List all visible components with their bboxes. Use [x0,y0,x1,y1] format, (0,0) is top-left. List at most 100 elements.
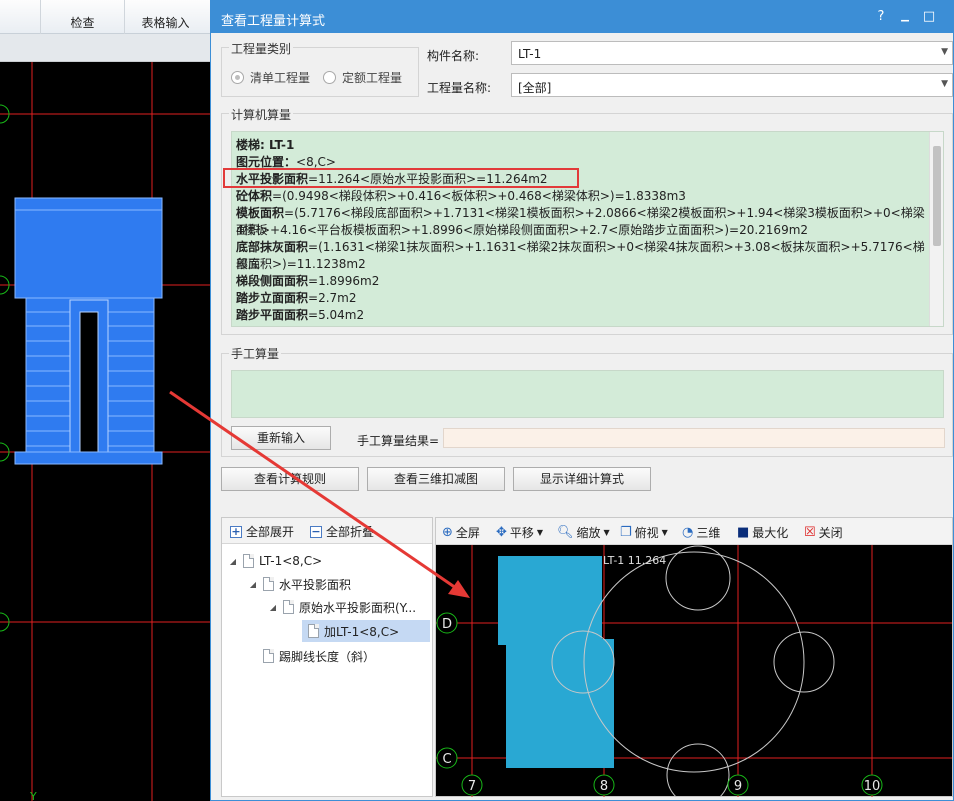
expand-triangle-icon[interactable]: ◢ [268,603,278,612]
tree-node-label: LT-1<8,C> [259,554,323,568]
chevron-down-icon: ▼ [661,528,668,537]
fullscreen-label: 全屏 [455,526,480,540]
axis-label-10: 10 [864,779,881,794]
maximize-icon: ■ [737,525,750,540]
reenter-button[interactable]: 重新输入 [231,426,331,450]
stair-flights[interactable] [14,297,163,465]
deduction-view-panel: ⊕ 全屏 ✥ 平移 ▼ 🔍︎ 缩放 ▼ ❐ 俯视 ▼ ◔ 三维 ■ 最大化 ☒ 关闭 LT-1 11… [435,517,953,797]
manual-legend: 手工算量 [229,345,282,362]
maximize-view-label: 最大化 [752,526,789,540]
axis-label-7: 7 [468,779,476,794]
tree-node-add-lt1[interactable]: 加LT-1<8,C> [302,620,430,642]
zoom-button[interactable]: 🔍︎ 缩放 ▼ [557,524,610,541]
top-view-button[interactable]: ❐ 俯视 ▼ [620,524,668,541]
pan-icon: ✥ [496,525,507,540]
element-label: LT-1 11.264 [603,554,666,567]
tree-node-lt1[interactable]: ◢ LT-1<8,C> [228,550,322,572]
tree-node-label: 加LT-1<8,C> [324,624,400,639]
document-icon [243,554,254,568]
category-legend: 工程量类别 [229,40,294,57]
check-button[interactable]: 检查 [40,0,124,34]
document-icon [263,577,274,591]
show-detail-formula-button[interactable]: 显示详细计算式 [513,467,651,491]
maximize-button[interactable]: □ [919,7,939,27]
document-icon [308,624,319,638]
cad-drawing-canvas[interactable]: Y [0,62,212,801]
bill-quantity-radio[interactable]: 清单工程量 [231,69,310,86]
pan-label: 平移 [509,526,534,540]
tree-node-skirting-length[interactable]: 踢脚线长度（斜） [263,645,375,667]
axis-label-8: 8 [600,779,608,794]
top-view-icon: ❐ [620,525,632,540]
table-input-button[interactable]: 表格输入 [124,0,206,34]
document-icon [263,649,274,663]
collapse-all-button[interactable]: − 全部折叠 [310,523,374,540]
3d-button[interactable]: ◔ 三维 [682,524,720,541]
manual-formula-input[interactable] [231,370,944,418]
calc-line: 面积>+4.16<平台板模板面积>+1.8996<原始梯段侧面面积>+2.7<原… [236,223,809,237]
tree-node-label: 原始水平投影面积(Y... [299,600,417,615]
view-3d-deduction-button[interactable]: 查看三维扣减图 [367,467,505,491]
fullscreen-icon: ⊕ [442,525,453,540]
axis-label-c: C [442,752,451,767]
manual-result-field[interactable] [443,428,945,448]
chevron-down-icon: ▼ [603,528,610,537]
zoom-label: 缩放 [576,526,601,540]
stair-landing[interactable] [14,197,163,299]
chevron-down-icon: ▼ [941,79,948,89]
deduction-circle-large [583,551,805,773]
dialog-titlebar[interactable]: 查看工程量计算式 ? ▁ □ [211,1,953,33]
quantity-name-select[interactable]: [全部] ▼ [511,73,953,97]
chevron-down-icon: ▼ [941,47,948,57]
minimize-button[interactable]: ▁ [895,7,915,27]
expand-all-label: 全部展开 [246,525,295,539]
collapse-all-label: 全部折叠 [326,525,375,539]
tree-node-horizontal-area[interactable]: ◢ 水平投影面积 [248,573,351,595]
scrollbar-thumb[interactable] [933,146,941,246]
calc-scrollbar[interactable] [929,132,943,326]
component-name-select[interactable]: LT-1 ▼ [511,41,953,65]
stair-element-shape[interactable] [498,556,614,768]
quota-quantity-label: 定额工程量 [342,71,403,85]
bill-quantity-label: 清单工程量 [250,71,311,85]
chevron-down-icon: ▼ [536,528,544,537]
zoom-icon: 🔍︎ [557,525,574,540]
expand-all-button[interactable]: + 全部展开 [230,523,294,540]
3d-icon: ◔ [682,525,694,540]
tree-node-original-area[interactable]: ◢ 原始水平投影面积(Y... [268,596,416,618]
calc-line: 踏步立面面积=2.7m2 [236,291,357,305]
close-icon: ☒ [804,525,816,540]
calculation-formula-text[interactable]: 楼梯: LT-1 图元位置：<8,C> 水平投影面积=11.264<原始水平投影… [231,131,944,327]
tree-toolbar: + 全部展开 − 全部折叠 [222,518,432,544]
3d-label: 三维 [696,526,721,540]
quantity-name-label: 工程量名称: [427,81,492,95]
maximize-view-button[interactable]: ■ 最大化 [737,524,788,541]
computed-legend: 计算机算量 [229,106,294,123]
expand-triangle-icon[interactable]: ◢ [248,580,258,589]
calc-line: 部面积>)=11.1238m2 [236,257,366,271]
calc-line: 梯段侧面面积=1.8996m2 [236,274,380,288]
help-button[interactable]: ? [871,7,891,27]
app-tab-strip [0,34,212,62]
radio-selected-icon [231,71,244,84]
expand-triangle-icon[interactable]: ◢ [228,557,238,566]
quantity-name-value: [全部] [518,81,552,95]
axis-label-9: 9 [734,779,742,794]
quota-quantity-radio[interactable]: 定额工程量 [323,69,402,86]
close-view-button[interactable]: ☒ 关闭 [804,524,843,541]
document-icon [283,600,294,614]
tree-node-label: 踢脚线长度（斜） [279,649,376,664]
check-button-label: 检查 [70,16,95,30]
calc-line: 踏步平面面积=5.04m2 [236,308,365,322]
dialog-title: 查看工程量计算式 [221,14,326,29]
view-rules-button[interactable]: 查看计算规则 [221,467,359,491]
calc-line: 楼梯: LT-1 [236,138,295,152]
tree-node-label: 水平投影面积 [279,577,352,592]
fullscreen-button[interactable]: ⊕ 全屏 [442,524,480,541]
deduction-view-canvas[interactable]: LT-1 11.264 D C 7 8 9 10 [436,545,952,797]
calculation-tree-panel: + 全部展开 − 全部折叠 ◢ LT-1<8,C> ◢ 水平投影面积 ◢ 原始水… [221,517,433,797]
minus-square-icon: − [310,524,322,538]
pan-button[interactable]: ✥ 平移 ▼ [496,524,543,541]
plus-square-icon: + [230,524,242,538]
component-name-value: LT-1 [518,47,542,61]
